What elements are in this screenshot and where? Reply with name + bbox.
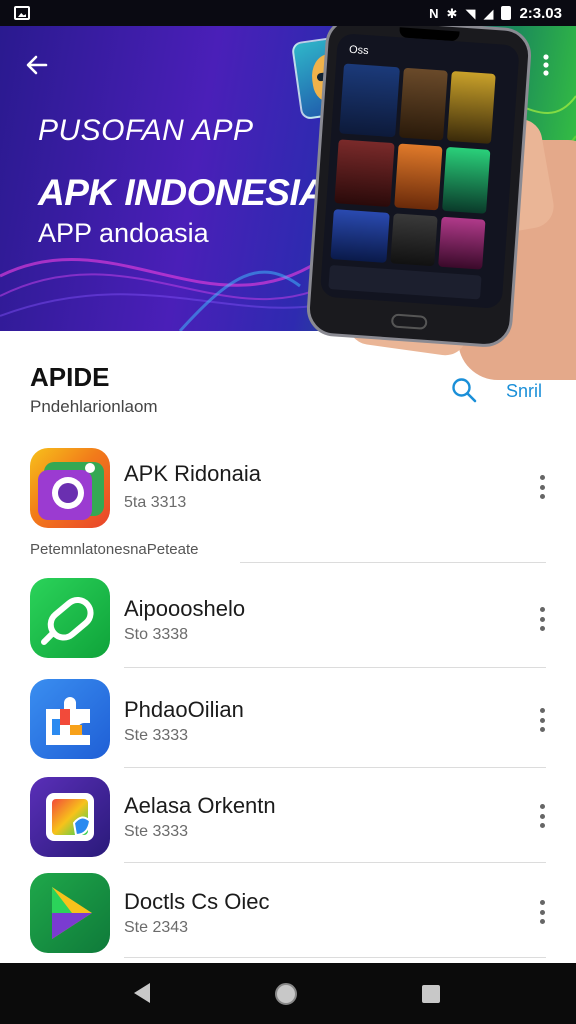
app-list-item[interactable]: Aipoooshelo Sto 3338 — [0, 576, 576, 672]
app-name: Aelasa Orkentn — [124, 793, 276, 818]
app-list-item[interactable]: Doctls Cs Oiec Ste 2343 — [0, 871, 576, 967]
phone-mockup: Oss — [305, 15, 533, 349]
app-meta: Ste 2343 — [124, 919, 189, 936]
nfc-icon: N — [429, 5, 439, 21]
camera-app-icon — [30, 448, 110, 528]
hero-title-line1: PUSOFAN APP — [38, 114, 254, 147]
divider — [124, 957, 546, 958]
section-subtitle: Pndehlarionlaom — [30, 397, 158, 416]
category-label: PetemnlatonesnaPeteate — [30, 541, 199, 558]
battery-icon — [501, 6, 512, 20]
puzzle-app-icon — [30, 679, 110, 759]
app-name: Aipoooshelo — [124, 596, 246, 621]
status-bar: N ✱ ◥ ◢ 2:3.03 — [0, 0, 576, 26]
app-overflow-icon[interactable] — [534, 897, 550, 927]
system-navigation-bar — [0, 963, 576, 1024]
section-action-link[interactable]: Snril — [506, 381, 542, 402]
search-icon[interactable] — [450, 376, 478, 404]
app-overflow-icon[interactable] — [534, 801, 550, 831]
status-time: 2:3.03 — [519, 4, 562, 22]
app-meta: Sto 3338 — [124, 626, 189, 643]
app-overflow-icon[interactable] — [534, 705, 550, 735]
app-meta: Ste 3333 — [124, 727, 189, 744]
hero-title-line3: APP andoasia — [38, 218, 209, 248]
app-meta: Ste 3333 — [124, 823, 189, 840]
app-name: PhdaoOilian — [124, 697, 244, 722]
bluetooth-icon: ✱ — [446, 5, 458, 21]
divider — [240, 562, 546, 563]
app-list-item[interactable]: APK Ridonaia 5ta 3313 — [0, 446, 576, 542]
back-arrow-icon[interactable] — [22, 50, 52, 80]
link-app-icon — [30, 578, 110, 658]
signal-icon: ◢ — [483, 5, 494, 21]
divider — [124, 862, 546, 863]
gallery-app-icon — [30, 777, 110, 857]
play-app-icon — [30, 873, 110, 953]
image-icon — [14, 6, 30, 20]
app-list-item[interactable]: Aelasa Orkentn Ste 3333 — [0, 775, 576, 871]
nav-back-icon[interactable] — [134, 983, 150, 1003]
hero-title-line2: APK INDONESIA — [38, 172, 326, 213]
phone-screen-label: Oss — [348, 43, 369, 58]
nav-recents-icon[interactable] — [422, 985, 440, 1003]
wifi-icon: ◥ — [465, 5, 476, 21]
status-icons: N ✱ ◥ ◢ 2:3.03 — [429, 5, 562, 22]
app-name: Doctls Cs Oiec — [124, 889, 270, 914]
divider — [124, 767, 546, 768]
app-overflow-icon[interactable] — [534, 472, 550, 502]
divider — [124, 667, 546, 668]
phone-screen: Oss — [319, 33, 520, 310]
app-name: APK Ridonaia — [124, 461, 261, 486]
nav-home-icon[interactable] — [275, 983, 297, 1005]
app-meta: 5ta 3313 — [124, 494, 187, 511]
overflow-menu-icon[interactable] — [536, 50, 556, 80]
section-title: APIDE — [30, 362, 110, 392]
app-list-item[interactable]: PhdaoOilian Ste 3333 — [0, 677, 576, 773]
app-overflow-icon[interactable] — [534, 604, 550, 634]
